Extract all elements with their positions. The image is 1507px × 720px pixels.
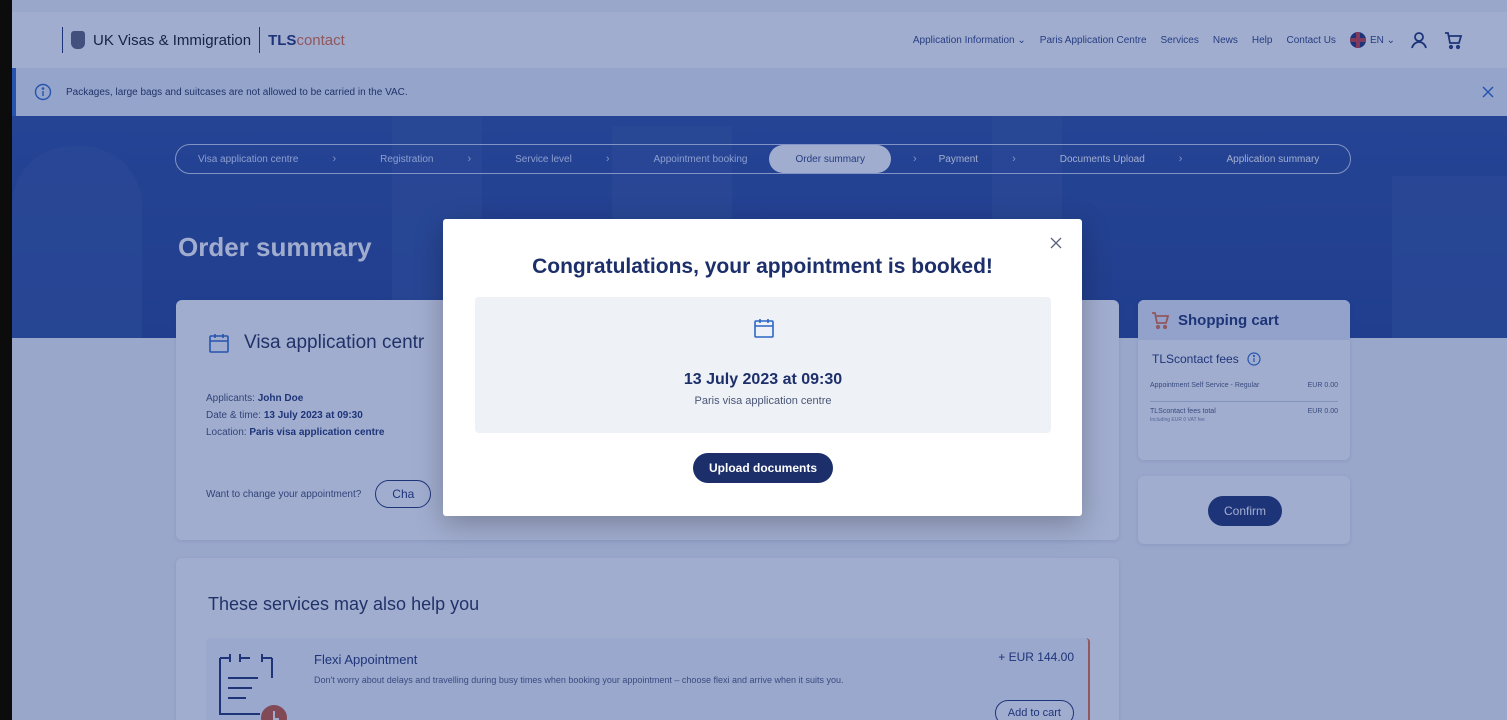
appointment-panel: 13 July 2023 at 09:30 Paris visa applica… [475,297,1051,433]
appointment-datetime: 13 July 2023 at 09:30 [683,371,843,388]
window-edge [0,0,12,720]
upload-documents-button[interactable]: Upload documents [693,453,833,483]
modal-title: Congratulations, your appointment is boo… [532,255,993,278]
calendar-icon [754,319,774,338]
close-icon[interactable] [1050,237,1062,249]
appointment-location: Paris visa application centre [694,395,832,407]
booking-confirmation-modal: Congratulations, your appointment is boo… [443,219,1082,516]
